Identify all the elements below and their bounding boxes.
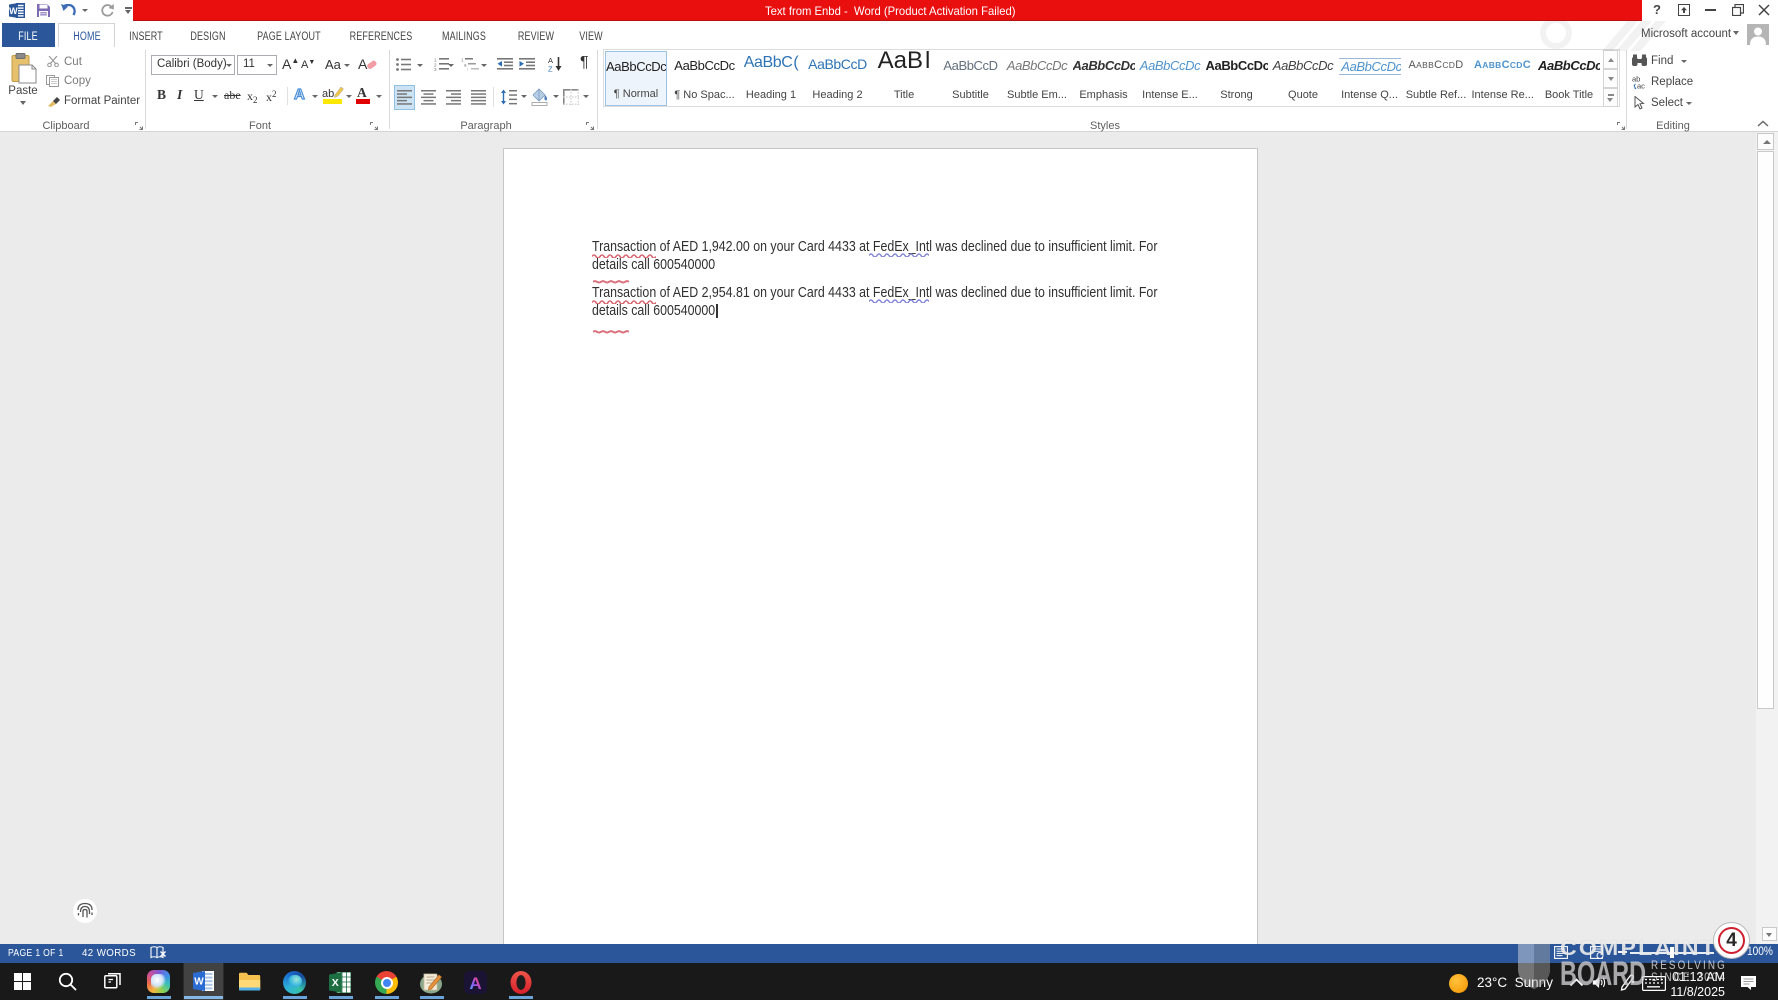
svg-text:A: A [358,56,368,72]
svg-text:W: W [9,6,18,16]
svg-text:ac: ac [1637,82,1645,90]
svg-text:3: 3 [434,67,437,71]
svg-text:i: i [467,67,468,71]
svg-text:A: A [469,974,481,993]
svg-text:W: W [194,977,204,988]
svg-text:Z: Z [548,65,553,73]
svg-text:X: X [332,977,339,989]
svg-text:ab: ab [322,88,334,100]
